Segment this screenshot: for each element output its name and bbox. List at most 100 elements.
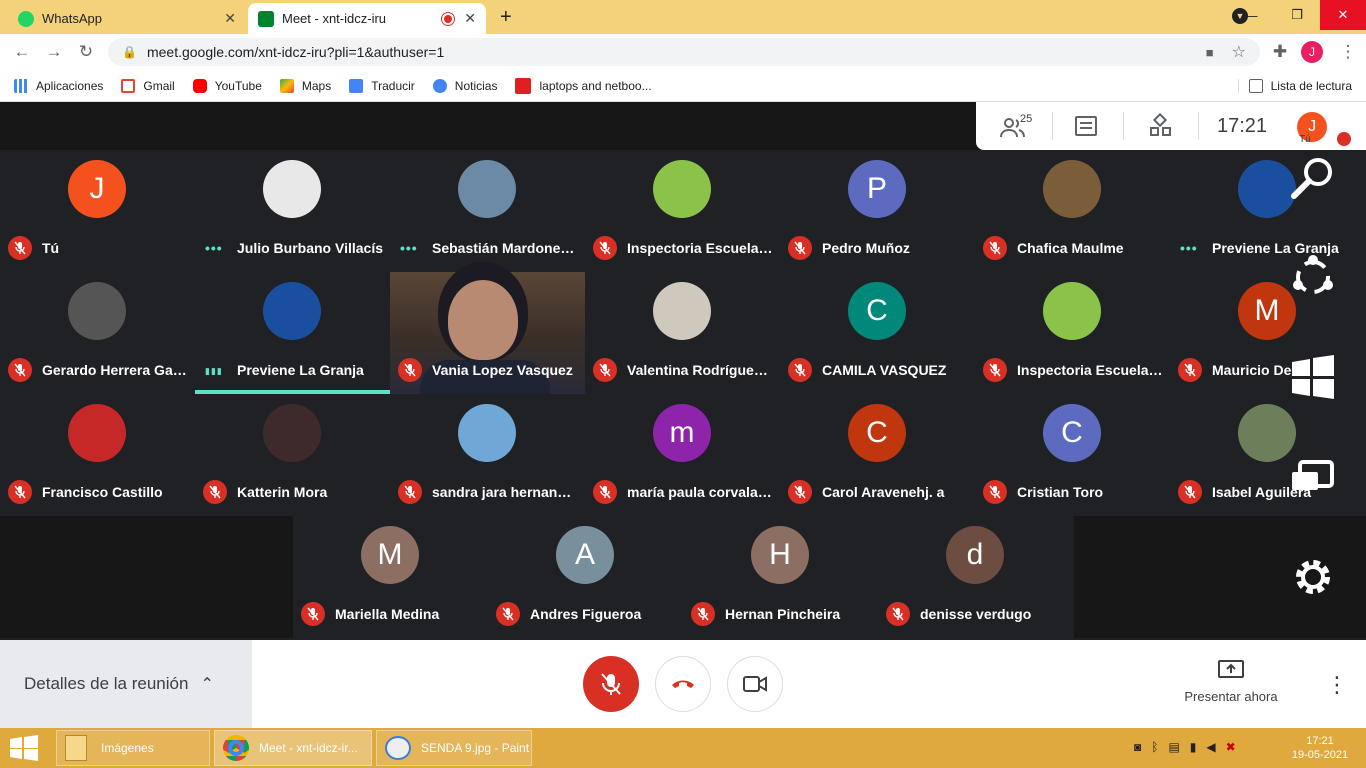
participant-name: Andres Figueroa — [530, 606, 642, 622]
present-screen-icon — [1218, 660, 1244, 678]
participant-avatar — [1238, 404, 1296, 462]
participant-name: Chafica Maulme — [1017, 240, 1124, 256]
participant-tile[interactable]: A Andres Figueroa — [488, 516, 683, 638]
participant-tile[interactable]: Chafica Maulme — [975, 150, 1170, 272]
participant-tile[interactable]: ••• Sebastián Mardones ... — [390, 150, 585, 272]
camera-toggle-button[interactable] — [727, 656, 783, 712]
bookmark-star-icon[interactable]: ☆ — [1232, 42, 1246, 62]
mic-muted-icon — [593, 236, 617, 260]
activities-icon[interactable] — [1150, 112, 1172, 137]
participant-name: Julio Burbano Villacís — [237, 240, 383, 256]
participant-name: Inspectoria Escuela P... — [627, 240, 773, 256]
participant-tile[interactable]: C Carol Aravenehj. a — [780, 394, 975, 516]
minimize-icon[interactable]: — — [1228, 0, 1274, 30]
mic-muted-icon — [301, 602, 325, 626]
participants-count: 25 — [1020, 113, 1033, 125]
whatsapp-icon — [18, 10, 34, 27]
address-bar[interactable]: 🔒 meet.google.com/xnt-idcz-iru?pli=1&aut… — [108, 38, 1260, 66]
participant-name: Katterin Mora — [237, 484, 328, 500]
close-tab-icon[interactable]: ✕ — [464, 10, 476, 27]
camera-tray-icon[interactable]: ◙ — [1134, 740, 1141, 754]
participant-tile[interactable]: Vania Lopez Vasquez — [390, 272, 585, 394]
microphone-toggle-button[interactable] — [583, 656, 639, 712]
participant-tile[interactable]: M Mariella Medina — [293, 516, 488, 638]
more-options-icon[interactable]: ⋮ — [1326, 672, 1348, 698]
mic-muted-icon — [983, 480, 1007, 504]
participant-tile[interactable]: d denisse verdugo — [878, 516, 1073, 638]
back-icon[interactable]: ← — [10, 40, 34, 64]
bookmark-news[interactable]: Noticias — [432, 78, 497, 93]
window-restore-icon[interactable] — [1290, 454, 1336, 505]
participant-tile[interactable]: H Hernan Pincheira — [683, 516, 878, 638]
bookmark-youtube[interactable]: YouTube — [192, 78, 262, 93]
taskbar-item-chrome[interactable]: Meet - xnt-idcz-ir... — [214, 730, 372, 766]
bookmark-translate[interactable]: Traducir — [349, 78, 415, 93]
participant-avatar: d — [946, 526, 1004, 584]
apps-grid-icon — [14, 78, 28, 93]
bookmark-apps[interactable]: Aplicaciones — [14, 78, 103, 93]
participant-tile[interactable]: sandra jara hernandez — [390, 394, 585, 516]
chat-icon[interactable] — [1075, 116, 1097, 136]
present-now-button[interactable]: Presentar ahora — [1168, 660, 1294, 704]
participant-tile[interactable]: Valentina Rodríguez ... — [585, 272, 780, 394]
taskbar-clock[interactable]: 17:21 19-05-2021 — [1290, 734, 1350, 762]
bluetooth-icon[interactable]: ᛒ — [1151, 740, 1158, 754]
participant-tile[interactable]: ••• Julio Burbano Villacís — [195, 150, 390, 272]
meeting-details-button[interactable]: Detalles de la reunión ⌃ — [0, 640, 252, 728]
self-muted-icon — [1337, 132, 1352, 146]
magnifier-icon[interactable] — [1288, 152, 1338, 207]
reading-list-icon — [1248, 78, 1263, 93]
participant-tile[interactable]: m maría paula corvalan ... — [585, 394, 780, 516]
meeting-details-label: Detalles de la reunión — [24, 674, 189, 693]
audio-dots-icon: ••• — [1180, 240, 1198, 256]
signal-icon[interactable]: ▮ — [1190, 740, 1197, 754]
participant-tile[interactable]: C CAMILA VASQUEZ — [780, 272, 975, 394]
bookmark-laptops[interactable]: laptops and netboo... — [515, 77, 652, 94]
taskbar-date: 19-05-2021 — [1291, 749, 1349, 761]
participant-avatar: A — [556, 526, 614, 584]
menu-kebab-icon[interactable]: ⋮ — [1336, 40, 1360, 64]
extensions-icon[interactable]: ✚ — [1268, 40, 1292, 64]
bookmark-maps[interactable]: Maps — [279, 78, 331, 93]
participant-tile[interactable]: Katterin Mora — [195, 394, 390, 516]
participant-tile[interactable]: Inspectoria Escuela P... — [585, 150, 780, 272]
reload-icon[interactable]: ↻ — [74, 40, 98, 64]
participant-tile[interactable]: ▮▮▮ Previene La Granja — [195, 272, 390, 394]
windows-logo-icon[interactable] — [1290, 354, 1336, 405]
maximize-icon[interactable]: ❐ — [1274, 0, 1320, 30]
start-button[interactable] — [8, 734, 40, 767]
taskbar-item-images[interactable]: Imágenes — [56, 730, 210, 766]
reading-list-button[interactable]: Lista de lectura — [1237, 78, 1352, 93]
participant-tile[interactable]: J Tú — [0, 150, 195, 272]
participant-tile[interactable]: C Cristian Toro — [975, 394, 1170, 516]
participant-avatar: P — [848, 160, 906, 218]
mic-muted-icon — [886, 602, 910, 626]
camera-indicator-icon[interactable]: ■ — [1206, 45, 1214, 60]
participant-avatar — [263, 404, 321, 462]
participant-tile[interactable]: P Pedro Muñoz — [780, 150, 975, 272]
participant-avatar — [68, 404, 126, 462]
windows-start-icon — [10, 735, 38, 761]
tab-whatsapp[interactable]: WhatsApp ✕ — [8, 3, 246, 34]
bookmark-label: YouTube — [214, 78, 262, 93]
taskbar-item-paint[interactable]: SENDA 9.jpg - Paint — [376, 730, 532, 766]
forward-icon[interactable]: → — [42, 40, 66, 64]
settings-gear-icon[interactable] — [1290, 554, 1336, 605]
participant-avatar — [653, 282, 711, 340]
self-preview[interactable]: J Tú — [1289, 102, 1352, 150]
participants-button[interactable]: 25 — [1000, 111, 1033, 141]
leave-call-button[interactable] — [655, 656, 711, 712]
bookmark-gmail[interactable]: Gmail — [121, 78, 175, 93]
network-status-icon[interactable]: ✖ — [1226, 740, 1236, 754]
volume-icon[interactable]: ◀ — [1206, 740, 1215, 754]
new-tab-button[interactable]: + — [500, 6, 512, 29]
participant-tile[interactable]: Francisco Castillo — [0, 394, 195, 516]
participant-tile[interactable]: Gerardo Herrera Galla... — [0, 272, 195, 394]
participant-tile[interactable]: Inspectoria Escuela P... — [975, 272, 1170, 394]
sync-tray-icon[interactable]: ▤ — [1168, 740, 1179, 754]
profile-avatar[interactable]: J — [1301, 41, 1323, 63]
share-nodes-icon[interactable] — [1288, 252, 1338, 307]
close-tab-icon[interactable]: ✕ — [224, 10, 236, 27]
close-window-icon[interactable]: ✕ — [1320, 0, 1366, 30]
tab-meet[interactable]: Meet - xnt-idcz-iru ✕ — [248, 3, 486, 34]
